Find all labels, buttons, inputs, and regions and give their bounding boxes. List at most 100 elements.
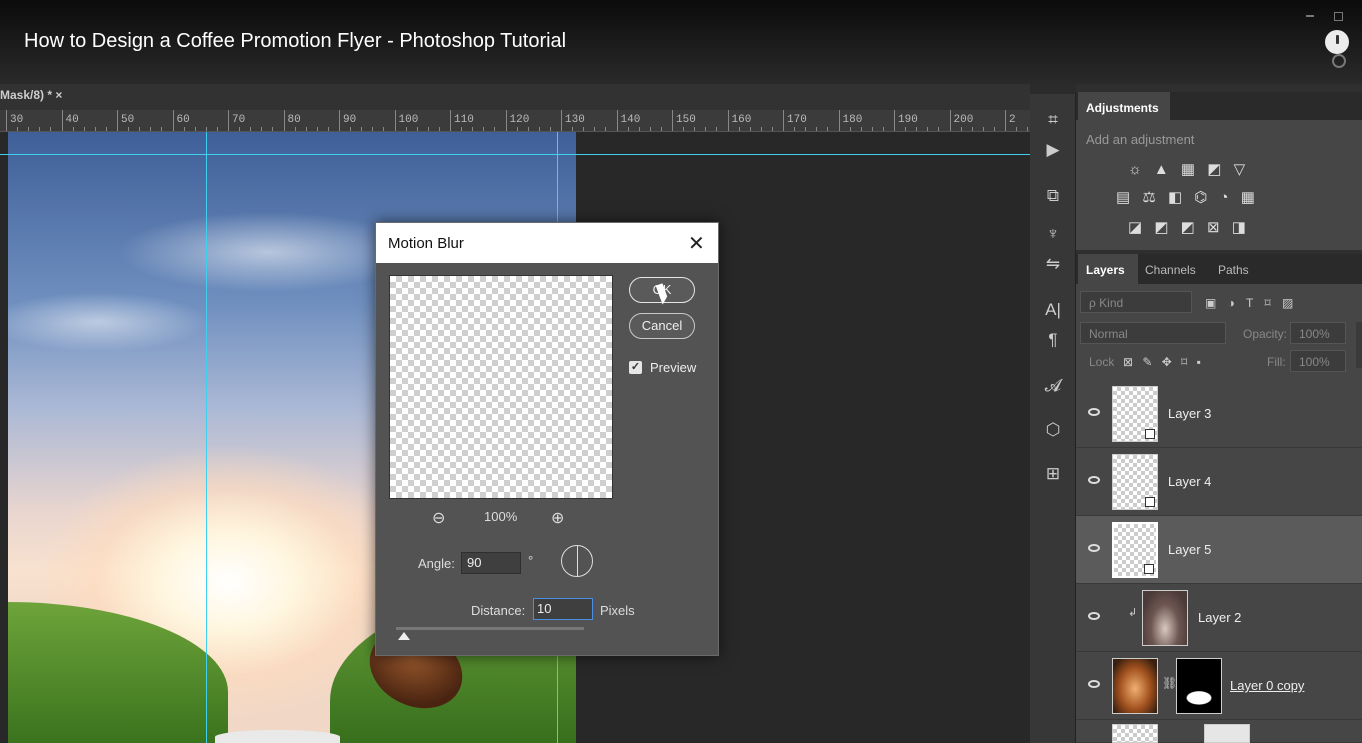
ruler-minor-tick: [527, 127, 529, 131]
filter-preview[interactable]: [389, 275, 613, 499]
guide-line-vertical[interactable]: [206, 132, 207, 743]
preview-checkbox[interactable]: ✓: [629, 361, 642, 374]
clock-icon[interactable]: [1325, 30, 1349, 54]
ruler-tick: 100: [394, 110, 418, 131]
opacity-label: Opacity:: [1234, 322, 1288, 344]
ruler-minor-tick: [827, 127, 829, 131]
smart-object-icon: [1144, 564, 1154, 574]
ruler-minor-tick: [794, 127, 796, 131]
panel-tool-icon[interactable]: ⊞: [1030, 464, 1076, 484]
layer-row[interactable]: [1076, 720, 1362, 743]
horizontal-ruler[interactable]: 30 40 50 60 70 80 90 100 110 120 130 140 150 160 170 18…: [0, 110, 1030, 132]
eye-icon[interactable]: [1088, 408, 1100, 416]
ruler-minor-tick: [1027, 127, 1029, 131]
panel-scrollbar[interactable]: [1356, 322, 1362, 368]
ruler-minor-tick: [294, 127, 296, 131]
ruler-minor-tick: [250, 127, 252, 131]
layer-thumbnail: [1112, 658, 1158, 714]
layer-name[interactable]: Layer 2: [1198, 610, 1241, 625]
distance-label: Distance:: [471, 603, 526, 618]
panel-tool-icon[interactable]: ¶: [1030, 330, 1076, 350]
ruler-minor-tick: [83, 127, 85, 131]
ruler-tick: 130: [561, 110, 585, 131]
ruler-minor-tick: [849, 127, 851, 131]
ruler-tick: 170: [783, 110, 807, 131]
panel-tool-icon[interactable]: ⌗: [1030, 110, 1076, 130]
tab-layers[interactable]: Layers: [1086, 263, 1125, 277]
ruler-minor-tick: [860, 127, 862, 131]
layer-name[interactable]: Layer 0 copy: [1230, 678, 1304, 693]
filter-kind-select[interactable]: ρ Kind: [1080, 291, 1192, 313]
ruler-minor-tick: [39, 127, 41, 131]
lock-icons[interactable]: ⊠ ✎ ✥ ⌑ ▪: [1114, 350, 1244, 372]
ruler-minor-tick: [361, 127, 363, 131]
eye-icon[interactable]: [1088, 680, 1100, 688]
tab-channels[interactable]: Channels: [1145, 263, 1196, 277]
ruler-tick: 50: [117, 110, 134, 131]
layer-row[interactable]: ⛓ Layer 0 copy: [1076, 652, 1362, 720]
distance-input[interactable]: 10: [533, 598, 593, 620]
ruler-minor-tick: [938, 127, 940, 131]
adjustment-icons-row-1[interactable]: ☼ ▲ ▦ ◩ ▽: [1128, 160, 1249, 178]
tab-adjustments[interactable]: Adjustments: [1078, 92, 1170, 120]
layer-name[interactable]: Layer 3: [1168, 406, 1211, 421]
ruler-tick-label: 120: [509, 114, 530, 126]
distance-slider-thumb[interactable]: [398, 632, 410, 640]
panel-tool-icon[interactable]: ♆: [1030, 224, 1076, 244]
panel-tool-icon[interactable]: 𝓐: [1030, 376, 1076, 396]
ruler-minor-tick: [17, 127, 19, 131]
ruler-minor-tick: [28, 127, 30, 131]
close-icon[interactable]: ✕: [688, 231, 705, 256]
restore-icon[interactable]: [1334, 12, 1343, 21]
eye-icon[interactable]: [1088, 476, 1100, 484]
search-icon[interactable]: [1332, 54, 1346, 68]
eye-icon[interactable]: [1088, 612, 1100, 620]
layer-row[interactable]: Layer 4: [1076, 448, 1362, 516]
panel-tool-icon[interactable]: ⬡: [1030, 420, 1076, 440]
document-tab-bar: [0, 84, 1030, 110]
guide-line-horizontal[interactable]: [0, 154, 1030, 155]
ruler-minor-tick: [494, 127, 496, 131]
link-icon[interactable]: ⛓: [1162, 676, 1177, 690]
cancel-button[interactable]: Cancel: [629, 313, 695, 339]
layer-name[interactable]: Layer 4: [1168, 474, 1211, 489]
panel-tool-icon[interactable]: ⧉: [1030, 186, 1076, 206]
layer-mask-thumbnail[interactable]: [1176, 658, 1222, 714]
fill-input[interactable]: 100%: [1290, 350, 1346, 372]
zoom-in-icon[interactable]: ⊕: [551, 508, 564, 528]
fill-label: Fill:: [1258, 350, 1292, 372]
degree-symbol: °: [528, 553, 534, 568]
layer-row[interactable]: Layer 3: [1076, 380, 1362, 448]
ruler-minor-tick: [594, 127, 596, 131]
panel-tool-icon[interactable]: ▶: [1030, 140, 1076, 160]
document-tab[interactable]: Mask/8) * ×: [0, 88, 62, 102]
adjustment-icons-row-3[interactable]: ◪ ◩ ◩ ⊠ ◨: [1128, 218, 1250, 236]
filter-icons[interactable]: ▣ ◑ T ⌑ ▨: [1196, 291, 1346, 313]
ruler-minor-tick: [871, 127, 873, 131]
distance-slider[interactable]: [396, 627, 584, 630]
zoom-out-icon[interactable]: ⊖: [432, 508, 445, 528]
panel-tool-icon[interactable]: ⇋: [1030, 254, 1076, 274]
preview-label: Preview: [650, 360, 697, 375]
panel-tool-icon[interactable]: A|: [1030, 300, 1076, 320]
ruler-minor-tick: [705, 127, 707, 131]
ruler-tick-label: 40: [65, 114, 79, 126]
layer-name[interactable]: Layer 5: [1168, 542, 1211, 557]
opacity-input[interactable]: 100%: [1290, 322, 1346, 344]
angle-input[interactable]: 90: [461, 552, 521, 574]
ruler-tick-label: 60: [176, 114, 190, 126]
tab-paths[interactable]: Paths: [1218, 263, 1249, 277]
ruler-minor-tick: [738, 127, 740, 131]
ruler-minor-tick: [572, 127, 574, 131]
panel-collapse-bar[interactable]: [1030, 84, 1076, 94]
layer-row[interactable]: ↲ Layer 2: [1076, 584, 1362, 652]
blend-mode-select[interactable]: Normal: [1080, 322, 1226, 344]
layer-row-selected[interactable]: Layer 5: [1076, 516, 1362, 584]
eye-icon[interactable]: [1088, 544, 1100, 552]
minimize-icon[interactable]: [1306, 15, 1314, 17]
ruler-minor-tick: [982, 127, 984, 131]
ruler-minor-tick: [749, 127, 751, 131]
adjustment-icons-row-2[interactable]: ▤ ⚖ ◧ ⌬ ◔ ▦: [1116, 188, 1259, 206]
angle-dial[interactable]: [561, 545, 593, 577]
ruler-minor-tick: [583, 127, 585, 131]
